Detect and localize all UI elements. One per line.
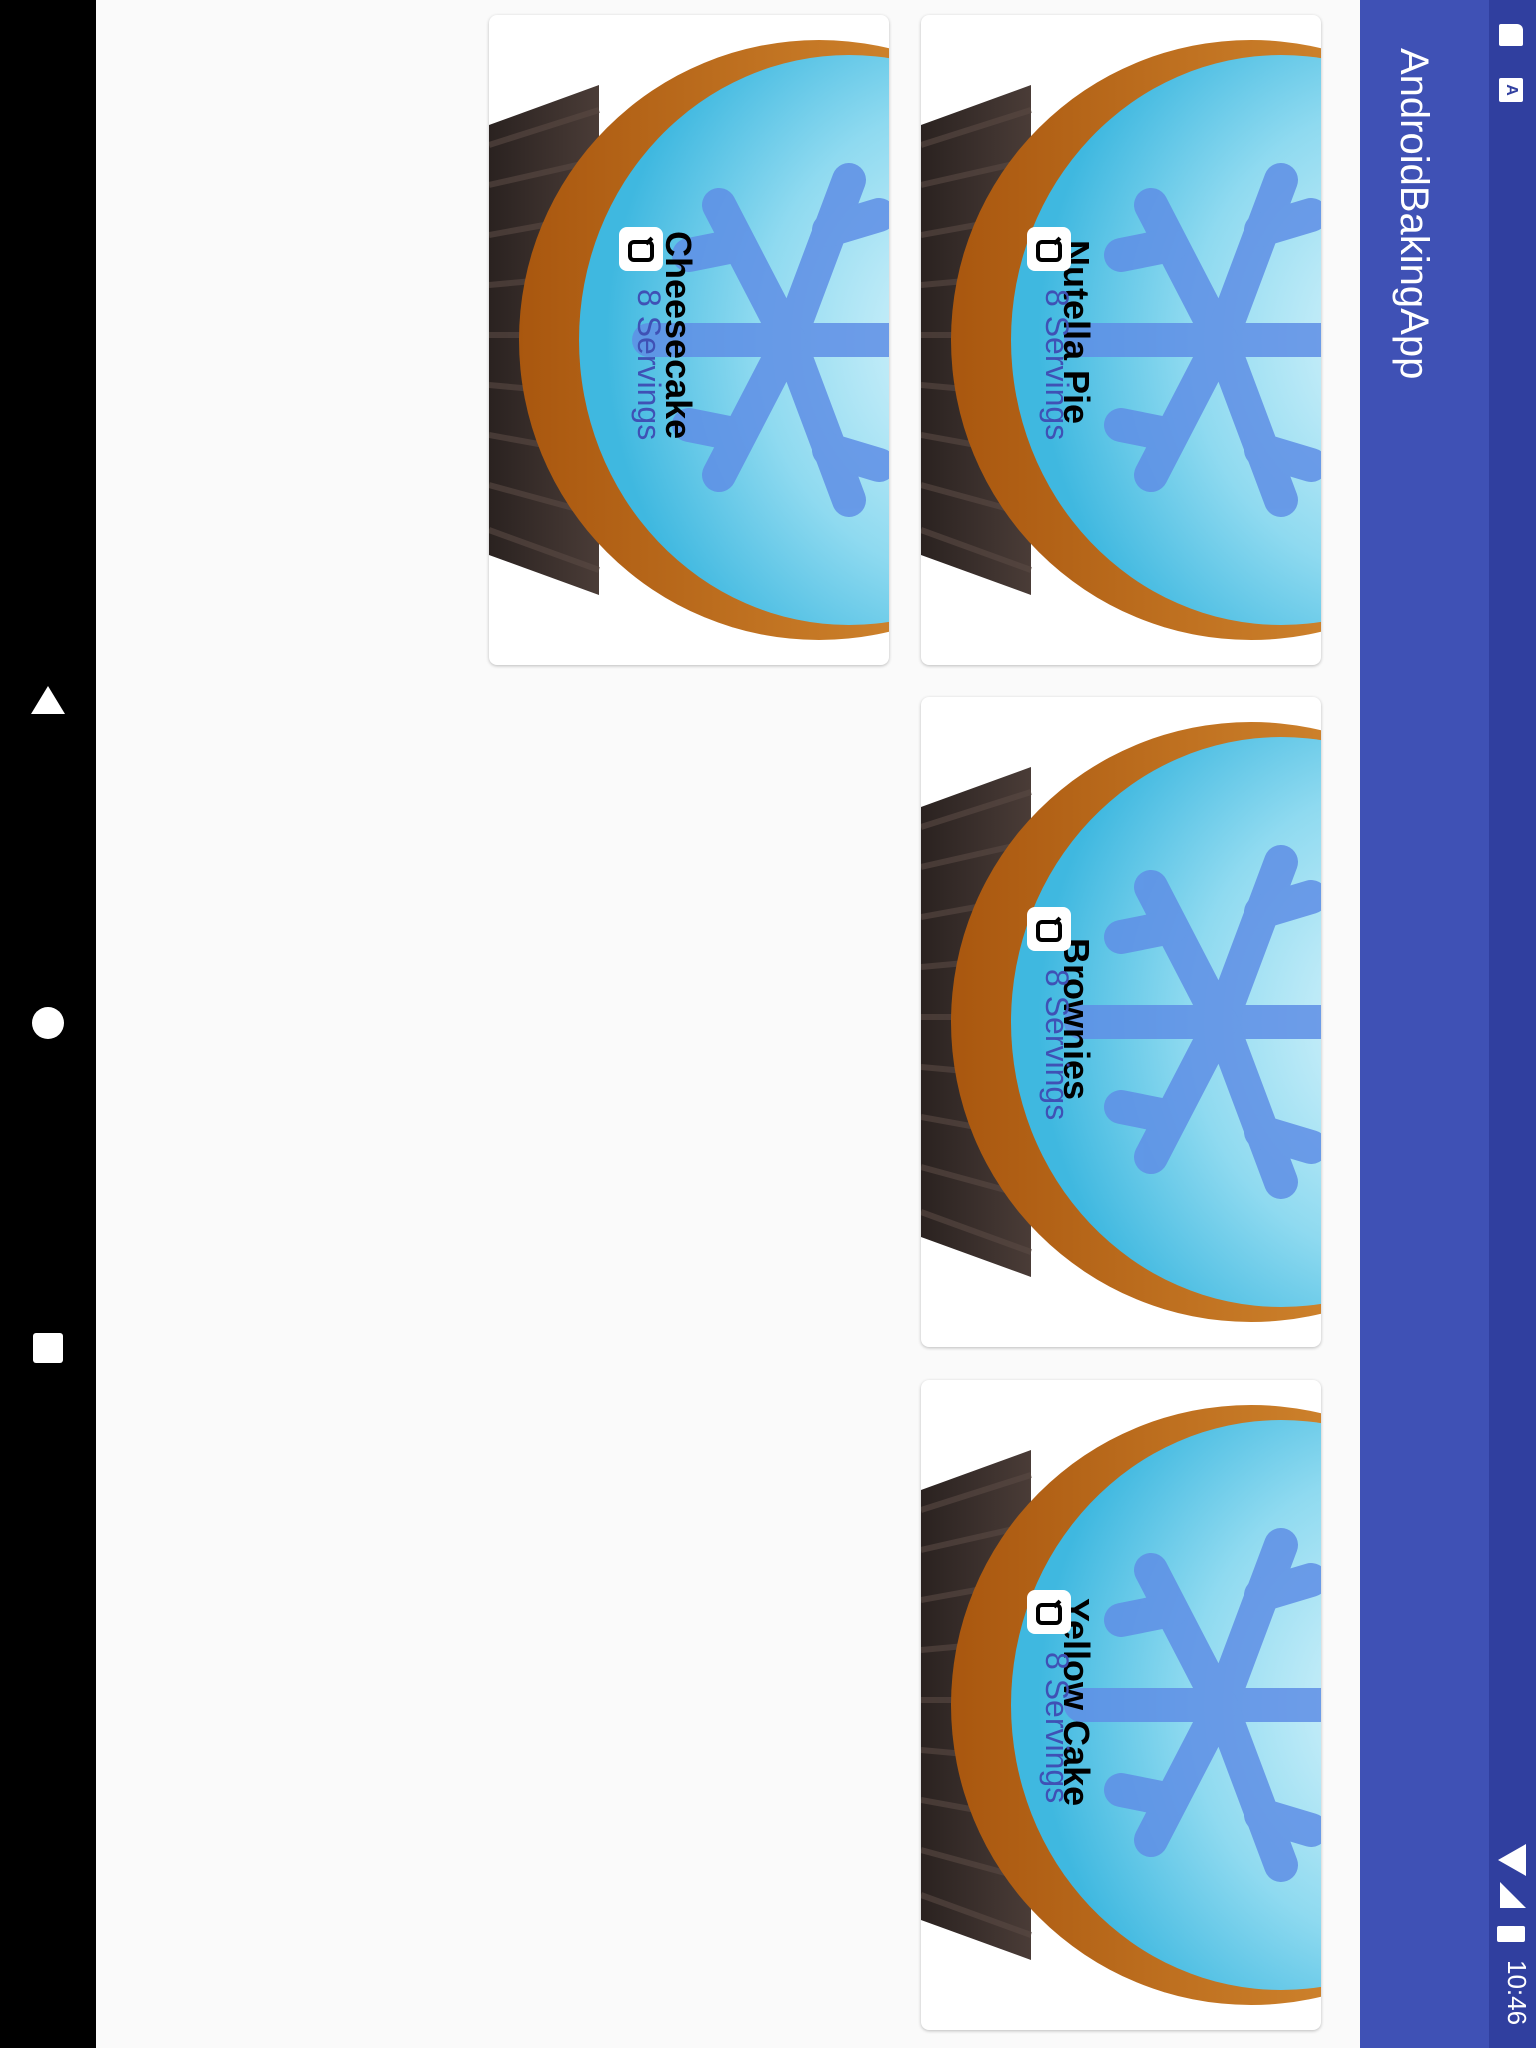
servings-label: Servings bbox=[1039, 1678, 1075, 1804]
recipe-card[interactable]: Yellow Cake 8 Servings bbox=[921, 1380, 1321, 2030]
servings-count: 8 bbox=[1039, 969, 1075, 987]
recipe-card[interactable]: Brownies 8 Servings bbox=[921, 697, 1321, 1347]
signal-icon bbox=[1500, 1882, 1526, 1908]
serving-pot-icon bbox=[1027, 907, 1071, 951]
servings-text: 8 Servings bbox=[1038, 1652, 1075, 1803]
recipe-card[interactable]: Nutella Pie 8 Servings bbox=[921, 15, 1321, 665]
sd-card-icon bbox=[1499, 24, 1523, 46]
notification-a-icon: A bbox=[1499, 78, 1523, 102]
home-button[interactable] bbox=[0, 978, 96, 1068]
servings-label: Servings bbox=[1039, 995, 1075, 1121]
serving-pot-icon bbox=[1027, 1590, 1071, 1634]
recipe-card[interactable]: Cheesecake 8 Servings bbox=[489, 15, 889, 665]
status-time-container: 10:46 bbox=[1496, 1958, 1536, 2038]
serving-pot-icon bbox=[619, 227, 663, 271]
servings-label: Servings bbox=[1039, 315, 1075, 441]
recents-button[interactable] bbox=[0, 1303, 96, 1393]
app-title-container: AndroidBakingApp bbox=[1360, 0, 1489, 460]
cupcake-image bbox=[921, 1380, 1321, 2030]
back-triangle-icon bbox=[31, 686, 65, 714]
servings-text: 8 Servings bbox=[630, 289, 667, 440]
servings-text: 8 Servings bbox=[1038, 969, 1075, 1120]
home-circle-icon bbox=[32, 1007, 64, 1039]
status-time: 10:46 bbox=[1502, 1960, 1532, 2026]
wifi-icon bbox=[1498, 1844, 1526, 1876]
cupcake-image bbox=[921, 697, 1321, 1347]
servings-count: 8 bbox=[1039, 289, 1075, 307]
servings-count: 8 bbox=[631, 289, 667, 307]
cupcake-image bbox=[921, 15, 1321, 665]
battery-icon bbox=[1497, 1926, 1525, 1942]
servings-label: Servings bbox=[631, 315, 667, 441]
navigation-bar bbox=[0, 0, 96, 2048]
servings-count: 8 bbox=[1039, 1652, 1075, 1670]
recents-square-icon bbox=[33, 1333, 63, 1363]
serving-pot-icon bbox=[1027, 227, 1071, 271]
status-bar bbox=[1489, 0, 1536, 2048]
servings-text: 8 Servings bbox=[1038, 289, 1075, 440]
app-title: AndroidBakingApp bbox=[1392, 48, 1436, 380]
back-button[interactable] bbox=[0, 655, 96, 745]
